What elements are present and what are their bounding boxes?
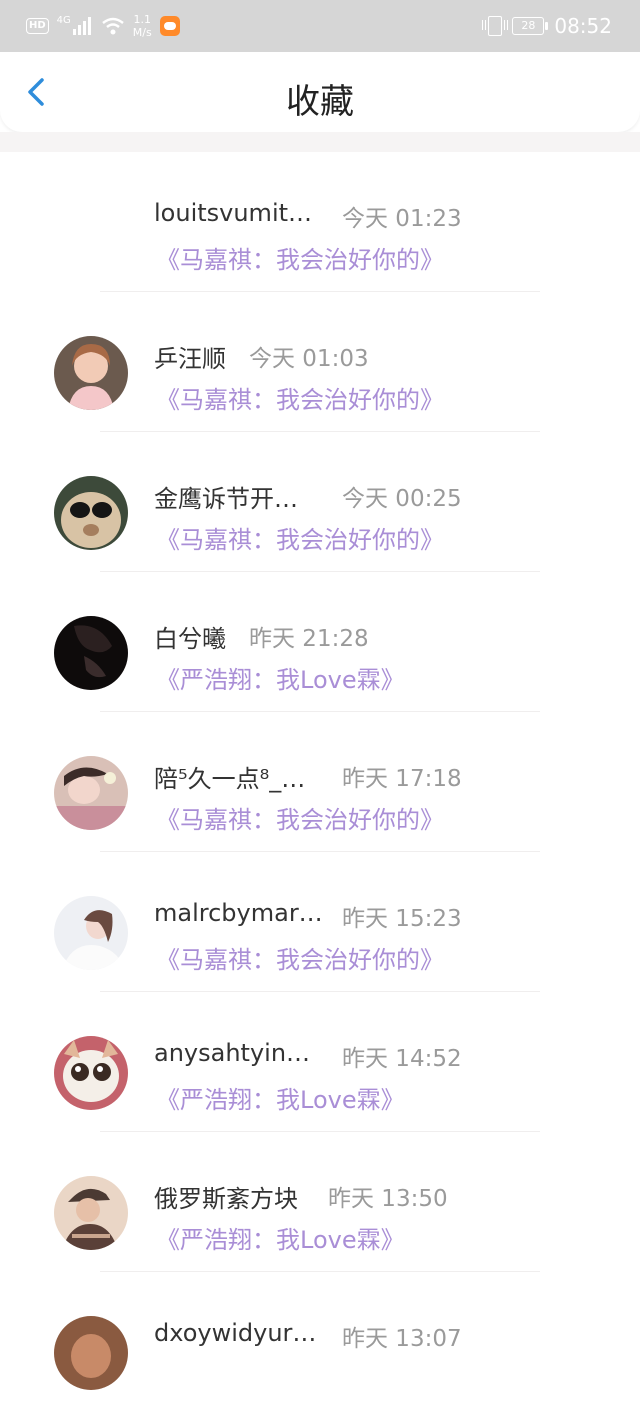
avatar[interactable] bbox=[54, 756, 128, 830]
work-title[interactable]: 《严浩翔：我Love霖》 bbox=[156, 1080, 405, 1115]
timestamp: 昨天 13:50 bbox=[328, 1186, 448, 1212]
timestamp: 今天 00:25 bbox=[342, 486, 462, 512]
user-name: anysahtyin… bbox=[154, 1039, 311, 1067]
speed-value: 1.1 bbox=[133, 13, 152, 26]
user-name: 乒汪顺 bbox=[154, 345, 226, 373]
work-title[interactable]: 《马嘉祺：我会治好你的》 bbox=[156, 940, 444, 975]
avatar[interactable] bbox=[54, 896, 128, 970]
timestamp: 今天 01:03 bbox=[249, 346, 369, 372]
clock: 08:52 bbox=[554, 14, 612, 38]
user-name: malrcbymar… bbox=[154, 899, 323, 927]
work-title[interactable]: 《马嘉祺：我会治好你的》 bbox=[156, 800, 444, 835]
timestamp: 昨天 13:07 bbox=[342, 1326, 462, 1352]
avatar[interactable] bbox=[54, 616, 128, 690]
list-item[interactable]: 白兮曦 昨天 21:28 《严浩翔：我Love霖》 bbox=[0, 572, 640, 712]
list-item[interactable]: 金鹰诉节开… 今天 00:25 《马嘉祺：我会治好你的》 bbox=[0, 432, 640, 572]
avatar[interactable] bbox=[54, 476, 128, 550]
timestamp: 昨天 17:18 bbox=[342, 766, 462, 792]
user-name: 金鹰诉节开… bbox=[154, 485, 298, 513]
work-title[interactable]: 《马嘉祺：我会治好你的》 bbox=[156, 380, 444, 415]
list-item[interactable]: dxoywidyur… 昨天 13:07 bbox=[0, 1272, 640, 1412]
list-item[interactable]: anysahtyin… 昨天 14:52 《严浩翔：我Love霖》 bbox=[0, 992, 640, 1132]
game-icon bbox=[159, 16, 180, 36]
header-spacer bbox=[0, 132, 640, 152]
vibrate-icon bbox=[482, 16, 509, 36]
timestamp: 昨天 21:28 bbox=[249, 626, 369, 652]
list-item[interactable]: louitsvumit… 今天 01:23 《马嘉祺：我会治好你的》 bbox=[0, 152, 640, 292]
status-bar: HD 4G 1.1 M/s 28 08:52 bbox=[0, 0, 640, 52]
hd-badge: HD bbox=[26, 18, 49, 34]
network-speed: 1.1 M/s bbox=[133, 13, 152, 39]
user-name: 白兮曦 bbox=[154, 625, 226, 653]
list-item[interactable]: malrcbymar… 昨天 15:23 《马嘉祺：我会治好你的》 bbox=[0, 852, 640, 992]
page-title: 收藏 bbox=[286, 82, 354, 122]
work-title[interactable]: 《马嘉祺：我会治好你的》 bbox=[156, 520, 444, 555]
avatar[interactable] bbox=[54, 336, 128, 410]
user-name: 陪⁵久一点⁸_… bbox=[154, 765, 306, 793]
nav-header: 收藏 bbox=[0, 52, 640, 132]
list-item[interactable]: 俄罗斯紊方块 昨天 13:50 《严浩翔：我Love霖》 bbox=[0, 1132, 640, 1272]
work-title[interactable]: 《严浩翔：我Love霖》 bbox=[156, 1220, 405, 1255]
user-name: dxoywidyur… bbox=[154, 1319, 317, 1347]
user-name: 俄罗斯紊方块 bbox=[154, 1185, 298, 1213]
work-title[interactable]: 《马嘉祺：我会治好你的》 bbox=[156, 240, 444, 275]
battery-icon: 28 bbox=[512, 17, 549, 35]
work-title[interactable]: 《严浩翔：我Love霖》 bbox=[156, 660, 405, 695]
speed-unit: M/s bbox=[132, 26, 152, 39]
avatar[interactable] bbox=[54, 1176, 128, 1250]
timestamp: 昨天 15:23 bbox=[342, 906, 462, 932]
list-item[interactable]: 乒汪顺 今天 01:03 《马嘉祺：我会治好你的》 bbox=[0, 292, 640, 432]
favorites-list: louitsvumit… 今天 01:23 《马嘉祺：我会治好你的》 乒汪顺 今… bbox=[0, 152, 640, 1412]
status-right: 28 08:52 bbox=[482, 12, 612, 40]
timestamp: 昨天 14:52 bbox=[342, 1046, 462, 1072]
signal-icon bbox=[72, 17, 91, 35]
list-item[interactable]: 陪⁵久一点⁸_… 昨天 17:18 《马嘉祺：我会治好你的》 bbox=[0, 712, 640, 852]
avatar bbox=[54, 196, 128, 270]
avatar[interactable] bbox=[54, 1316, 128, 1390]
status-left: HD 4G 1.1 M/s bbox=[26, 12, 180, 40]
wifi-icon bbox=[102, 17, 124, 35]
timestamp: 今天 01:23 bbox=[342, 206, 462, 232]
avatar[interactable] bbox=[54, 1036, 128, 1110]
user-name: louitsvumit… bbox=[154, 199, 313, 227]
network-type: 4G bbox=[56, 14, 71, 26]
